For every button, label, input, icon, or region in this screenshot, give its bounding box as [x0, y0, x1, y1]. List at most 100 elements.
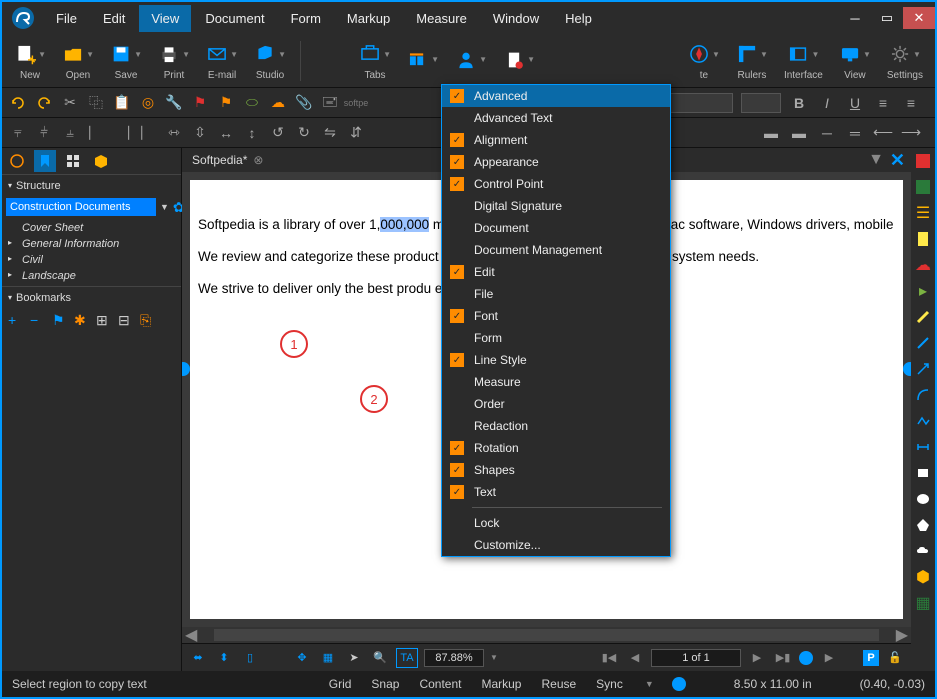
bm-collapse-icon[interactable]: ⊟ [118, 312, 134, 328]
tool-palette-icon[interactable] [914, 152, 932, 170]
tab-bookmarks-icon[interactable] [34, 150, 56, 172]
park-icon[interactable]: P [863, 650, 879, 666]
align-center-icon[interactable]: ≡ [901, 93, 921, 113]
tb-save[interactable]: ▼Save [104, 40, 148, 81]
menu-document[interactable]: Document [193, 5, 276, 32]
cloud-icon[interactable]: ☁ [268, 93, 288, 113]
flag-red-icon[interactable]: ⚑ [190, 93, 210, 113]
rotate-r-icon[interactable]: ↻ [294, 123, 314, 143]
fill-icon[interactable]: ▬ [789, 123, 809, 143]
status-toggle-grid[interactable]: Grid [325, 677, 356, 691]
menu-view[interactable]: View [139, 5, 191, 32]
zoom-drop-icon[interactable]: ▼ [490, 653, 498, 662]
status-dot-icon[interactable] [672, 677, 686, 691]
tb-rulers[interactable]: ▼Rulers [730, 40, 774, 81]
dropdown-arrow-icon[interactable]: ▼ [160, 202, 169, 212]
dd-item-alignment[interactable]: ✓Alignment [442, 129, 670, 151]
zoom-icon[interactable]: 🔍 [370, 648, 390, 668]
status-toggle-markup[interactable]: Markup [477, 677, 525, 691]
bm-expand-icon[interactable]: ⊞ [96, 312, 112, 328]
left-handle-icon[interactable] [182, 362, 190, 376]
rotate-l-icon[interactable]: ↺ [268, 123, 288, 143]
dd-item-file[interactable]: File [442, 283, 670, 305]
italic-icon[interactable]: I [817, 93, 837, 113]
tool-cloud-icon[interactable]: ☁ [914, 256, 932, 274]
tb-email[interactable]: ▼E-mail [200, 40, 244, 81]
dd-item-document[interactable]: Document [442, 217, 670, 239]
fit-page-icon[interactable]: ⬍ [214, 648, 234, 668]
zoom-input[interactable] [424, 649, 484, 667]
dd-item-customize-[interactable]: Customize... [442, 534, 670, 556]
tb-tabs[interactable]: ▼Tabs [353, 40, 397, 81]
status-toggle-reuse[interactable]: Reuse [537, 677, 580, 691]
toolbars-dropdown[interactable]: ✓AdvancedAdvanced Text✓Alignment✓Appeara… [441, 84, 671, 557]
tab-menu-icon[interactable]: ▼ [868, 151, 884, 169]
maximize-button[interactable]: ▭ [871, 7, 903, 29]
next-view-icon[interactable]: ▶ [819, 648, 839, 668]
dd-item-edit[interactable]: ✓Edit [442, 261, 670, 283]
tool-polygon-icon[interactable] [914, 516, 932, 534]
first-page-icon[interactable]: ▮◀ [599, 648, 619, 668]
size-h-icon[interactable]: ↕ [242, 123, 262, 143]
underline-icon[interactable]: U [845, 93, 865, 113]
last-page-icon[interactable]: ▶▮ [773, 648, 793, 668]
arrow-start-icon[interactable]: ⟵ [873, 123, 893, 143]
grid-nav-icon[interactable]: ▦ [318, 648, 338, 668]
lock-icon[interactable]: 🔓 [885, 648, 905, 668]
align-left-icon[interactable]: ≡ [873, 93, 893, 113]
redo-icon[interactable] [34, 93, 54, 113]
tb-doc[interactable]: ▼ [497, 46, 541, 76]
color-icon[interactable]: ▬ [761, 123, 781, 143]
status-toggle-content[interactable]: Content [415, 677, 465, 691]
menu-file[interactable]: File [44, 5, 89, 32]
undo-icon[interactable] [8, 93, 28, 113]
dd-item-shapes[interactable]: ✓Shapes [442, 459, 670, 481]
tool-cloud2-icon[interactable] [914, 542, 932, 560]
tool-ellipse-icon[interactable] [914, 490, 932, 508]
tool-rect-icon[interactable] [914, 464, 932, 482]
dd-item-digital-signature[interactable]: Digital Signature [442, 195, 670, 217]
menu-edit[interactable]: Edit [91, 5, 137, 32]
tb-new[interactable]: ▼New [8, 40, 52, 81]
tab-close-icon[interactable]: ⊗ [253, 153, 263, 167]
annotation-marker[interactable]: 1 [280, 330, 308, 358]
tab-grid-icon[interactable] [62, 150, 84, 172]
fit-width-icon[interactable]: ⬌ [188, 648, 208, 668]
line-weight-icon[interactable]: ═ [845, 123, 865, 143]
tree-item[interactable]: ▸General Information [2, 236, 181, 252]
dd-item-measure[interactable]: Measure [442, 371, 670, 393]
tool-polyline-icon[interactable] [914, 412, 932, 430]
menu-markup[interactable]: Markup [335, 5, 402, 32]
align-c-icon[interactable]: ⎹ [112, 123, 132, 143]
status-toggle-snap[interactable]: Snap [367, 677, 403, 691]
align-top-icon[interactable]: ⫧ [8, 123, 28, 143]
bm-export-icon[interactable]: ⎘ [140, 312, 156, 328]
bm-remove-icon[interactable]: − [30, 312, 46, 328]
paste-icon[interactable]: 📋 [112, 93, 132, 113]
tb-open[interactable]: ▼Open [56, 40, 100, 81]
tool-image-icon[interactable]: ▦ [914, 594, 932, 612]
tb-settings[interactable]: ▼Settings [881, 40, 929, 81]
align-l-icon[interactable]: ⎸ [86, 123, 106, 143]
dd-item-text[interactable]: ✓Text [442, 481, 670, 503]
tool-flag-icon[interactable]: ▸ [914, 282, 932, 300]
tool-arrow-icon[interactable] [914, 360, 932, 378]
tree-item[interactable]: ▸Civil [2, 252, 181, 268]
tool-note-icon[interactable]: ☰ [914, 204, 932, 222]
tool-pen-icon[interactable] [914, 308, 932, 326]
arrow-end-icon[interactable]: ⟶ [901, 123, 921, 143]
bookmarks-header[interactable]: ▾Bookmarks [2, 286, 181, 308]
stamp-icon[interactable]: 🖃 [320, 93, 340, 113]
minimize-button[interactable]: ─ [839, 7, 871, 29]
prev-view-icon[interactable] [799, 651, 813, 665]
h-scrollbar[interactable]: ◀▶ [182, 627, 911, 643]
tab-close-all-icon[interactable]: ✕ [890, 150, 905, 171]
attach-icon[interactable]: 📎 [294, 93, 314, 113]
align-r-icon[interactable]: ⎸ [138, 123, 158, 143]
text-select-icon[interactable]: TA [396, 648, 418, 668]
menu-measure[interactable]: Measure [404, 5, 479, 32]
close-button[interactable]: ✕ [903, 7, 935, 29]
tb-print[interactable]: ▼Print [152, 40, 196, 81]
tb-compass[interactable]: ▼te [682, 40, 726, 81]
structure-header[interactable]: ▾Structure [2, 174, 181, 196]
